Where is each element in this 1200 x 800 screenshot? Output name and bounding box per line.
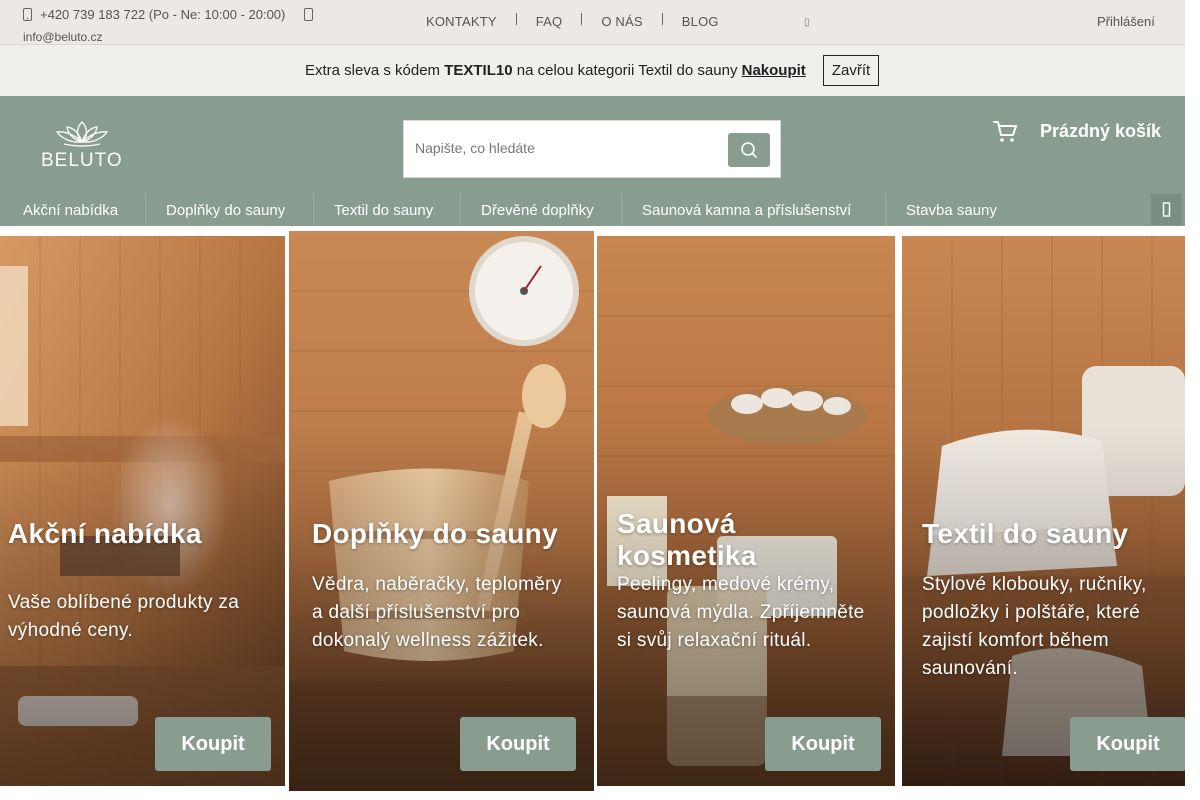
card-title: Textil do sauny <box>922 518 1129 549</box>
divider <box>460 193 461 226</box>
phone-link[interactable]: +420 739 183 722 (Po - Ne: 10:00 - 20:00… <box>40 7 285 22</box>
divider <box>661 13 663 25</box>
top-link-kontakty[interactable]: KONTAKTY <box>426 14 497 29</box>
divider <box>145 193 146 226</box>
mail-icon <box>304 6 313 21</box>
category-card-akcni-nabidka[interactable]: Akční nabídka Vaše oblíbené produkty za … <box>0 236 285 786</box>
logo-text: BELUTO <box>41 150 123 171</box>
promo-bar: Extra sleva s kódem TEXTIL10 na celou ka… <box>0 45 1185 96</box>
nav-item-textil-do-sauny[interactable]: Textil do sauny <box>334 202 433 219</box>
nav-item-stavba-sauny[interactable]: Stavba sauny <box>906 202 997 219</box>
phone-icon <box>23 6 32 21</box>
search-box <box>403 120 781 178</box>
login-link[interactable]: Přihlášení <box>1097 14 1155 29</box>
top-link-faq[interactable]: FAQ <box>536 14 563 29</box>
nav-item-akcni-nabidka[interactable]: Akční nabídka <box>23 202 118 219</box>
divider <box>313 193 314 226</box>
promo-message: Extra sleva s kódem TEXTIL10 na celou ka… <box>305 62 806 79</box>
cart-label: Prázdný košík <box>1040 121 1162 141</box>
nav-more-button[interactable] <box>1151 194 1182 225</box>
search-input[interactable] <box>415 140 715 156</box>
nav-item-doplnky-do-sauny[interactable]: Doplňky do sauny <box>166 202 285 219</box>
top-link-o-nas[interactable]: O NÁS <box>601 14 642 29</box>
main-nav: Akční nabídka Doplňky do sauny Textil do… <box>0 193 1185 226</box>
card-title: Doplňky do sauny <box>312 518 558 549</box>
card-title: Saunová kosmetika <box>617 508 757 571</box>
promo-middle: na celou kategorii Textil do sauny <box>512 62 742 79</box>
top-link-blog[interactable]: BLOG <box>682 14 719 29</box>
buy-button[interactable]: Koupit <box>1070 717 1185 771</box>
category-card-doplnky-do-sauny[interactable]: Doplňky do sauny Vědra, naběračky, teplo… <box>289 231 594 791</box>
card-title: Akční nabídka <box>8 518 202 549</box>
search-icon <box>741 142 757 158</box>
contact-info: +420 739 183 722 (Po - Ne: 10:00 - 20:00… <box>23 4 313 48</box>
promo-prefix: Extra sleva s kódem <box>305 62 445 79</box>
language-icon[interactable]: ▯ <box>804 17 810 28</box>
promo-shop-link[interactable]: Nakoupit <box>742 62 806 79</box>
top-links: KONTAKTY FAQ O NÁS BLOG <box>426 13 719 29</box>
card-description: Vědra, naběračky, teploměry a další přís… <box>312 574 562 651</box>
site-header: BELUTO Prázdný košík <box>0 96 1185 193</box>
divider <box>621 193 622 226</box>
search-button[interactable] <box>728 133 770 167</box>
card-shade <box>0 236 285 786</box>
card-shade <box>289 231 594 791</box>
card-description: Peelingy, medové krémy, saunová mýdla. Z… <box>617 574 865 651</box>
lotus-icon <box>55 121 109 147</box>
divider <box>581 13 583 25</box>
card-description: Vaše oblíbené produkty za výhodné ceny. <box>8 592 240 641</box>
category-card-saunova-kosmetika[interactable]: Saunová kosmetika Peelingy, medové krémy… <box>597 236 895 786</box>
top-info-bar: +420 739 183 722 (Po - Ne: 10:00 - 20:00… <box>0 0 1185 45</box>
promo-code: TEXTIL10 <box>444 62 513 79</box>
category-cards: Akční nabídka Vaše oblíbené produkty za … <box>0 226 1185 800</box>
buy-button[interactable]: Koupit <box>460 717 576 771</box>
buy-button[interactable]: Koupit <box>155 717 271 771</box>
logo[interactable]: BELUTO <box>38 118 128 174</box>
buy-button[interactable]: Koupit <box>765 717 881 771</box>
nav-item-saunova-kamna[interactable]: Saunová kamna a příslušenství <box>642 202 851 219</box>
category-card-textil-do-sauny[interactable]: Textil do sauny Stylové klobouky, ručník… <box>902 236 1185 786</box>
promo-close-button[interactable]: Zavřít <box>823 55 879 86</box>
divider <box>885 193 886 226</box>
menu-more-icon <box>1162 202 1171 217</box>
card-shade <box>902 236 1185 786</box>
nav-item-drevene-doplnky[interactable]: Dřevěné doplňky <box>481 202 594 219</box>
divider <box>515 13 517 25</box>
card-description: Stylové klobouky, ručníky, podložky i po… <box>922 574 1147 679</box>
cart-icon <box>993 121 1017 142</box>
